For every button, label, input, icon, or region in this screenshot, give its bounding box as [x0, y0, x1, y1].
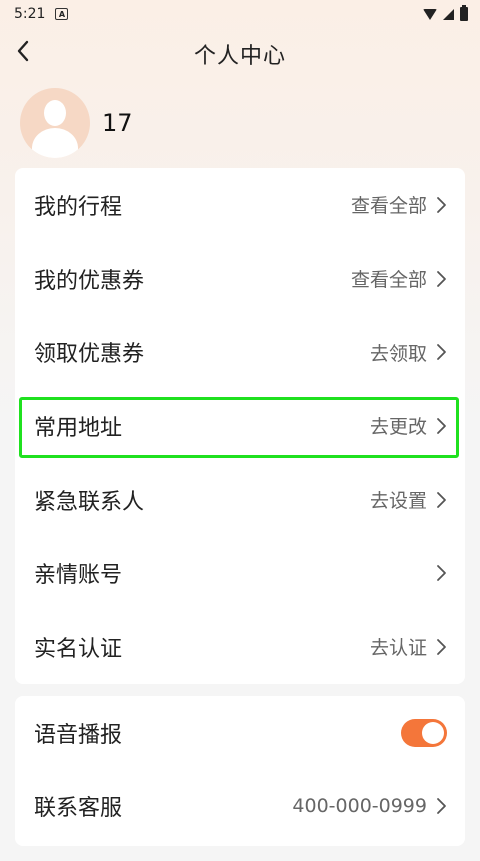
- user-name: 17: [102, 109, 133, 137]
- menu-item-label: 实名认证: [34, 636, 123, 662]
- settings-card: 语音播报 联系客服 400-000-0999: [15, 696, 465, 846]
- menu-item-value: 去认证: [369, 637, 427, 660]
- toggle-knob: [422, 721, 444, 744]
- chevron-left-icon: [17, 40, 29, 62]
- menu-item-label: 亲情账号: [34, 563, 123, 589]
- chevron-right-icon: [437, 418, 446, 434]
- avatar-head-shape: [44, 100, 66, 126]
- chevron-right-icon: [437, 639, 446, 655]
- menu-item-right: 去设置: [370, 486, 447, 513]
- status-left: 5:21 A: [14, 6, 69, 22]
- menu-item-value: 查看全部: [350, 195, 427, 218]
- avatar[interactable]: [20, 88, 90, 158]
- menu-item-value: 去设置: [369, 490, 427, 513]
- battery-icon: [460, 5, 468, 21]
- menu-card: 我的行程 查看全部 我的优惠券 查看全部 领取优惠券 去领取 常用地址 去更改 …: [15, 168, 465, 684]
- menu-item-trips[interactable]: 我的行程 查看全部: [15, 168, 465, 242]
- page-title: 个人中心: [193, 44, 286, 69]
- menu-item-right: 去领取: [370, 339, 447, 366]
- menu-item-label: 领取优惠券: [34, 342, 145, 368]
- menu-item-family-account[interactable]: 亲情账号: [15, 536, 465, 610]
- chevron-right-icon: [437, 565, 446, 582]
- menu-item-right: [427, 564, 447, 582]
- cell-signal-icon: [443, 8, 454, 20]
- menu-item-label: 常用地址: [34, 415, 123, 441]
- chevron-right-icon: [437, 196, 446, 213]
- settings-item-voice: 语音播报: [15, 696, 465, 769]
- menu-item-real-name-verification[interactable]: 实名认证 去认证: [15, 610, 465, 684]
- menu-item-label: 我的优惠券: [34, 268, 145, 294]
- menu-item-right: 去更改: [370, 412, 447, 439]
- menu-item-value: 去领取: [369, 342, 427, 365]
- wifi-icon: [423, 8, 437, 20]
- chevron-right-icon: [437, 270, 446, 287]
- menu-item-value: 去更改: [369, 416, 427, 439]
- chevron-right-icon: [437, 491, 446, 508]
- menu-item-right: 查看全部: [351, 265, 447, 292]
- customer-service-phone: 400-000-0999: [292, 794, 427, 817]
- avatar-body-shape: [32, 128, 78, 158]
- status-time: 5:21: [14, 6, 46, 22]
- menu-item-right: 查看全部: [351, 191, 447, 218]
- settings-item-customer-service[interactable]: 联系客服 400-000-0999: [15, 769, 465, 842]
- menu-item-value: 查看全部: [350, 269, 427, 292]
- menu-item-right: 去认证: [370, 633, 447, 660]
- menu-item-label: 我的行程: [34, 194, 123, 220]
- chevron-right-icon: [437, 344, 446, 361]
- menu-item-my-coupons[interactable]: 我的优惠券 查看全部: [15, 242, 465, 316]
- chevron-right-icon: [437, 797, 446, 814]
- status-right: [423, 5, 468, 21]
- settings-item-right: 400-000-0999: [292, 795, 447, 817]
- nav-bar: 个人中心: [0, 28, 480, 80]
- voice-toggle[interactable]: [401, 718, 447, 747]
- menu-item-label: 紧急联系人: [34, 489, 145, 515]
- status-bar: 5:21 A: [0, 0, 480, 28]
- menu-item-claim-coupons[interactable]: 领取优惠券 去领取: [15, 315, 465, 389]
- settings-item-label: 联系客服: [34, 795, 123, 821]
- menu-item-emergency-contact[interactable]: 紧急联系人 去设置: [15, 463, 465, 537]
- menu-item-saved-addresses[interactable]: 常用地址 去更改: [15, 389, 465, 463]
- notification-icon: A: [55, 8, 69, 20]
- profile-header[interactable]: 17: [20, 88, 133, 158]
- settings-item-label: 语音播报: [34, 722, 123, 748]
- back-button[interactable]: [10, 36, 36, 66]
